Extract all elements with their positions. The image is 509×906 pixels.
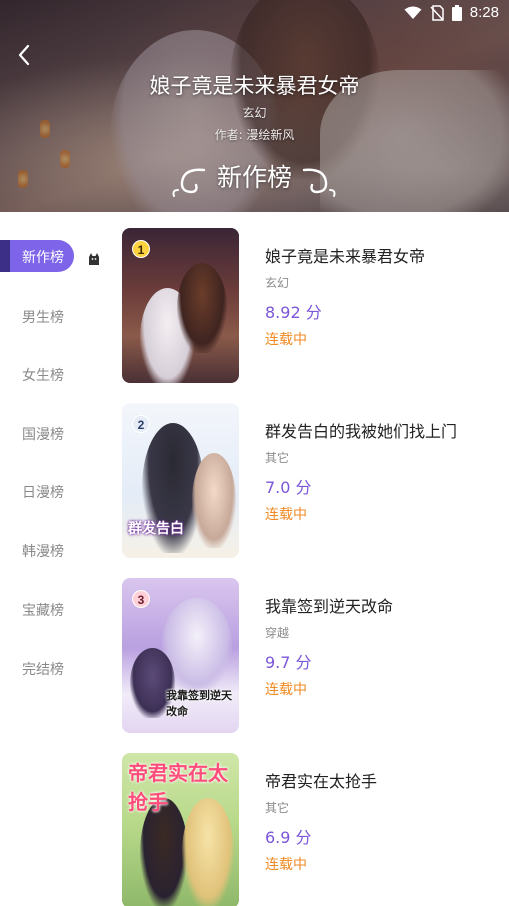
rank-badge: 2 xyxy=(132,415,150,433)
book-status: 连载中 xyxy=(265,332,307,348)
sidebar-item-label: 宝藏榜 xyxy=(22,603,64,619)
book-score: 8.92 分 xyxy=(265,303,322,322)
book-score: 6.9 分 xyxy=(265,828,312,847)
list-item[interactable]: 2 群发告白 群发告白的我被她们找上门 其它 7.0 分 连载中 xyxy=(122,387,509,558)
header-author: 作者: 漫绘新风 xyxy=(214,128,295,142)
sidebar-item-treasure[interactable]: 宝藏榜 xyxy=(0,593,90,627)
sidebar-item-female[interactable]: 女生榜 xyxy=(0,358,90,392)
sidebar-item-label: 完结榜 xyxy=(22,662,64,678)
list-item[interactable]: 帝君实在太抢手 帝君实在太抢手 其它 6.9 分 连载中 xyxy=(122,737,509,906)
book-list: 1 娘子竟是未来暴君女帝 玄幻 8.92 分 连载中 2 群发告白 群发告白的我… xyxy=(112,212,509,906)
book-cover[interactable]: 3 我靠签到逆天改命 xyxy=(122,578,239,733)
sidebar-item-label: 国漫榜 xyxy=(22,427,64,443)
book-score: 9.7 分 xyxy=(265,653,312,672)
rank-sidebar: 新作榜 男生榜 女生榜 国漫榜 日漫榜 韩漫榜 宝藏榜 完结榜 xyxy=(0,212,112,906)
battery-icon xyxy=(451,4,462,21)
book-genre: 玄幻 xyxy=(265,276,290,290)
cover-caption: 帝君实在太抢手 xyxy=(128,761,228,814)
rank-badge: 1 xyxy=(132,240,150,258)
wifi-icon xyxy=(404,6,422,19)
cover-caption: 群发告白 xyxy=(128,521,184,537)
sidebar-item-label: 新作榜 xyxy=(22,250,64,266)
book-score: 7.0 分 xyxy=(265,478,312,497)
book-cover[interactable]: 2 群发告白 xyxy=(122,403,239,558)
book-cover[interactable]: 1 xyxy=(122,228,239,383)
sidebar-item-guoman[interactable]: 国漫榜 xyxy=(0,417,90,451)
no-sim-icon xyxy=(430,4,444,21)
header-genre: 玄幻 xyxy=(242,106,267,120)
book-genre: 其它 xyxy=(265,451,290,465)
book-cover[interactable]: 帝君实在太抢手 xyxy=(122,753,239,906)
sidebar-item-label: 男生榜 xyxy=(22,310,64,326)
sidebar-item-finished[interactable]: 完结榜 xyxy=(0,652,90,686)
sidebar-item-riman[interactable]: 日漫榜 xyxy=(0,475,90,509)
header-banner: 8:28 娘子竟是未来暴君女帝 玄幻 作者: 漫绘新风 新作榜 xyxy=(0,0,509,212)
status-bar: 8:28 xyxy=(0,0,509,28)
cat-icon xyxy=(89,253,99,265)
book-status: 连载中 xyxy=(265,507,307,523)
sidebar-item-male[interactable]: 男生榜 xyxy=(0,300,90,334)
cover-caption: 我靠签到逆天改命 xyxy=(166,689,232,718)
sidebar-item-label: 韩漫榜 xyxy=(22,544,64,560)
list-item[interactable]: 1 娘子竟是未来暴君女帝 玄幻 8.92 分 连载中 xyxy=(122,212,509,383)
sidebar-item-label: 日漫榜 xyxy=(22,485,64,501)
rank-badge: 3 xyxy=(132,590,150,608)
sidebar-item-new[interactable]: 新作榜 xyxy=(0,240,90,274)
book-genre: 其它 xyxy=(265,801,290,815)
book-title: 娘子竟是未来暴君女帝 xyxy=(265,247,426,266)
book-status: 连载中 xyxy=(265,857,307,873)
book-genre: 穿越 xyxy=(265,626,290,640)
list-item[interactable]: 3 我靠签到逆天改命 我靠签到逆天改命 穿越 9.7 分 连载中 xyxy=(122,562,509,733)
book-title: 我靠签到逆天改命 xyxy=(265,597,394,616)
book-status: 连载中 xyxy=(265,682,307,698)
header-title: 娘子竟是未来暴君女帝 xyxy=(149,74,360,98)
sidebar-item-hanman[interactable]: 韩漫榜 xyxy=(0,534,90,568)
book-title: 帝君实在太抢手 xyxy=(265,772,378,791)
status-time: 8:28 xyxy=(469,4,499,21)
rank-title: 新作榜 xyxy=(216,163,292,192)
back-button[interactable] xyxy=(12,40,40,70)
back-arrow-icon xyxy=(18,44,30,66)
right-flourish-icon xyxy=(302,168,336,197)
book-title: 群发告白的我被她们找上门 xyxy=(265,422,458,441)
sidebar-item-label: 女生榜 xyxy=(22,368,64,384)
